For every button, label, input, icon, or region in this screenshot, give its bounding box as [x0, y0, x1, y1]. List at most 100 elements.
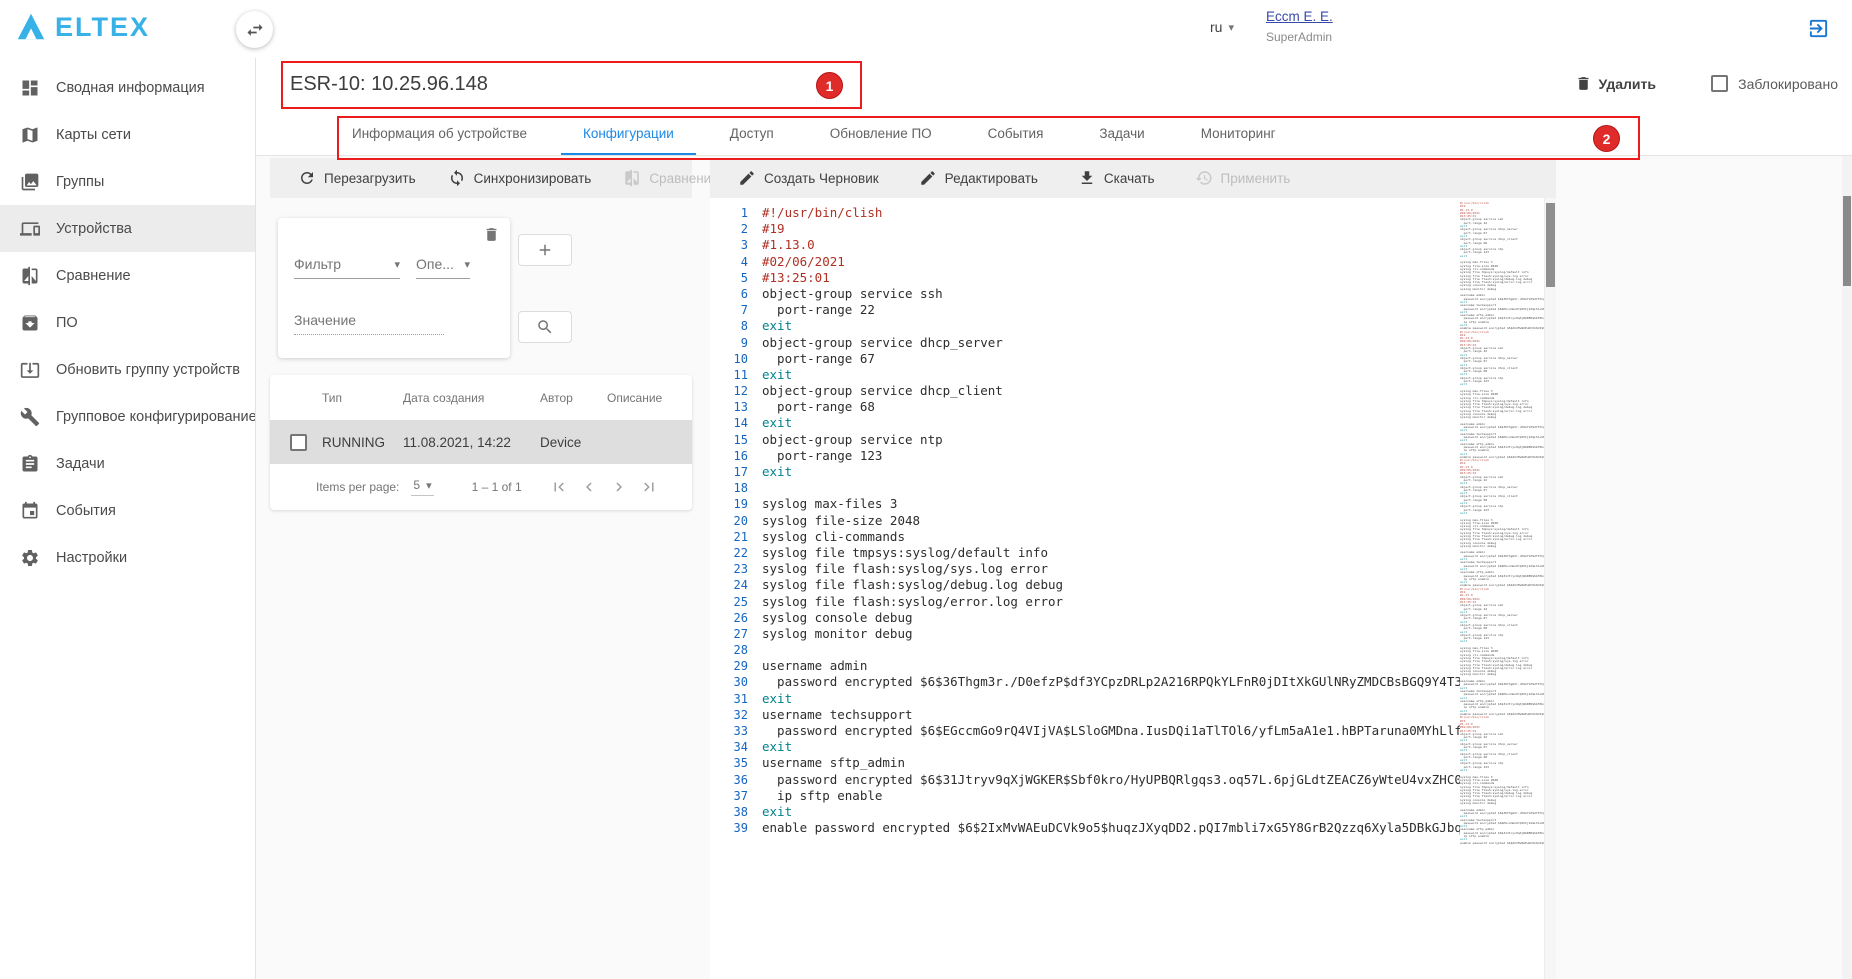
sidebar-item[interactable]: Сравнение	[0, 252, 255, 299]
sidebar-item[interactable]: Устройства	[0, 205, 255, 252]
tab[interactable]: Информация об устройстве	[324, 112, 555, 155]
create-draft-button[interactable]: Создать Черновик	[738, 169, 879, 187]
filter-value-input[interactable]: Значение	[294, 312, 444, 335]
table-paginator: Items per page: 5 ▾ 1 – 1 of 1	[270, 464, 692, 510]
checkbox-box[interactable]	[1711, 75, 1728, 92]
code-line: 8 exit	[710, 318, 1460, 334]
line-number: 10	[710, 351, 762, 367]
table-body: RUNNING 11.08.2021, 14:22 Device	[270, 420, 692, 464]
clear-filter-button[interactable]	[483, 226, 500, 248]
line-text: port-range 123	[762, 448, 882, 464]
line-text: username sftp_admin	[762, 755, 905, 771]
column-header: Описание	[607, 391, 692, 405]
eltex-logo: ELTEX	[14, 10, 150, 44]
code-line: 9 object-group service dhcp_server	[710, 335, 1460, 351]
line-text: exit	[1460, 383, 1467, 386]
code-line: 34 exit	[710, 739, 1460, 755]
sidebar-item[interactable]: Обновить группу устройств	[0, 346, 255, 393]
blocked-checkbox[interactable]: Заблокировано	[1711, 75, 1838, 92]
line-text: #13:25:01	[762, 270, 830, 286]
sidebar-item[interactable]: Карты сети	[0, 111, 255, 158]
add-filter-button[interactable]	[518, 234, 572, 266]
sidebar-item[interactable]: Сводная информация	[0, 64, 255, 111]
line-text: password encrypted $6$EGccmGo9rQ4VIjVA$L…	[1460, 308, 1544, 311]
previous-page-button[interactable]	[580, 478, 598, 496]
code-scrollbar[interactable]	[1544, 198, 1556, 979]
user-menu[interactable]: Eccm E. E. SuperAdmin	[1266, 8, 1333, 44]
download-button[interactable]: Скачать	[1078, 169, 1155, 187]
code-line: 1 #!/usr/bin/clish	[710, 205, 1460, 221]
page-size-select[interactable]: 5 ▾	[411, 478, 433, 496]
sidebar-item[interactable]: События	[0, 487, 255, 534]
tab[interactable]: Задачи	[1071, 112, 1172, 155]
line-text: syslog file flash:syslog/sys.log error	[762, 561, 1048, 577]
line-number: 20	[710, 513, 762, 529]
page-scrollbar-thumb[interactable]	[1843, 196, 1851, 286]
sidebar-item-label: Сравнение	[56, 268, 131, 284]
code-line: 7 port-range 22	[710, 302, 1460, 318]
first-page-button[interactable]	[550, 478, 568, 496]
line-text: ip sftp enable	[762, 788, 882, 804]
line-number: 32	[710, 707, 762, 723]
sidebar-item[interactable]: ПО	[0, 299, 255, 346]
line-text: #02/06/2021	[762, 254, 845, 270]
line-text: syslog monitor debug	[1460, 288, 1496, 291]
device-tabs: Информация об устройстве Конфигурации До…	[256, 112, 1852, 156]
language-selector[interactable]: ru ▾	[1210, 19, 1234, 35]
tab[interactable]: События	[960, 112, 1072, 155]
edit-button[interactable]: Редактировать	[919, 169, 1038, 187]
sidebar-item[interactable]: Группы	[0, 158, 255, 205]
delete-device-button[interactable]: Удалить	[1575, 75, 1656, 92]
app-root: ELTEX ru ▾ Eccm E. E. SuperAdmin Сводная…	[0, 0, 1852, 979]
line-number: 35	[710, 755, 762, 771]
filter-operation-select[interactable]: Опе... ▾	[416, 256, 470, 279]
search-button[interactable]	[518, 311, 572, 343]
reboot-button[interactable]: Перезагрузить	[298, 169, 416, 187]
tab-content: Перезагрузить Синхронизировать Сравнение…	[256, 156, 1852, 979]
line-number: 6	[710, 286, 762, 302]
line-number: 39	[710, 820, 762, 836]
dashboard-icon	[20, 78, 40, 98]
logout-button[interactable]	[1807, 17, 1830, 45]
row-checkbox[interactable]	[290, 434, 307, 451]
filter-panel: Фильтр ▾ Опе... ▾ Значение	[278, 218, 510, 358]
user-name-link[interactable]: Eccm E. E.	[1266, 9, 1333, 24]
page-scrollbar[interactable]	[1842, 156, 1852, 979]
line-text: syslog monitor debug	[1460, 416, 1496, 419]
line-text: password encrypted $6$36Thgm3r./D0efzP$d…	[1460, 555, 1544, 558]
tab[interactable]: Обновление ПО	[802, 112, 960, 155]
chevron-down-icon: ▾	[394, 258, 400, 271]
last-page-button[interactable]	[640, 478, 658, 496]
search-icon	[536, 318, 554, 336]
line-number: 34	[710, 739, 762, 755]
line-text: object-group service dhcp_server	[762, 335, 1003, 351]
sidebar-item[interactable]: Задачи	[0, 440, 255, 487]
code-line: 30 password encrypted $6$36Thgm3r./D0efz…	[1460, 298, 1544, 301]
sync-button[interactable]: Синхронизировать	[448, 169, 592, 187]
code-minimap[interactable]: 1 #!/usr/bin/clish 2 #19 3 #1.13.0	[1460, 202, 1544, 862]
line-number: 3	[710, 237, 762, 253]
code-line: 33 password encrypted $6$EGccmGo9rQ4VIjV…	[710, 723, 1460, 739]
tab[interactable]: Доступ	[702, 112, 802, 155]
code-line: 29 username admin	[710, 658, 1460, 674]
tab[interactable]: Конфигурации	[555, 112, 702, 155]
column-header: Автор	[540, 391, 607, 405]
sidebar-item[interactable]: Настройки	[0, 534, 255, 581]
line-number: 15	[710, 432, 762, 448]
sidebar-collapse-button[interactable]	[236, 11, 273, 48]
next-page-button[interactable]	[610, 478, 628, 496]
chevron-down-icon: ▾	[1228, 21, 1234, 34]
compare-icon	[623, 169, 641, 187]
filter-field-select[interactable]: Фильтр ▾	[294, 256, 400, 279]
archive-icon	[20, 313, 40, 333]
tab[interactable]: Мониторинг	[1173, 112, 1304, 155]
line-text: enable password encrypted $6$2IxMvWAEuDC…	[1460, 842, 1544, 845]
sidebar-item-label: Настройки	[56, 550, 127, 566]
devices-icon	[20, 219, 40, 239]
code-scrollbar-thumb[interactable]	[1546, 203, 1555, 287]
sidebar-item[interactable]: Групповое конфигурирование	[0, 393, 255, 440]
table-row[interactable]: RUNNING 11.08.2021, 14:22 Device	[270, 420, 692, 464]
line-text: object-group service ssh	[762, 286, 943, 302]
tab-label: Конфигурации	[583, 126, 674, 141]
sidebar-item-label: Групповое конфигурирование	[56, 409, 257, 425]
